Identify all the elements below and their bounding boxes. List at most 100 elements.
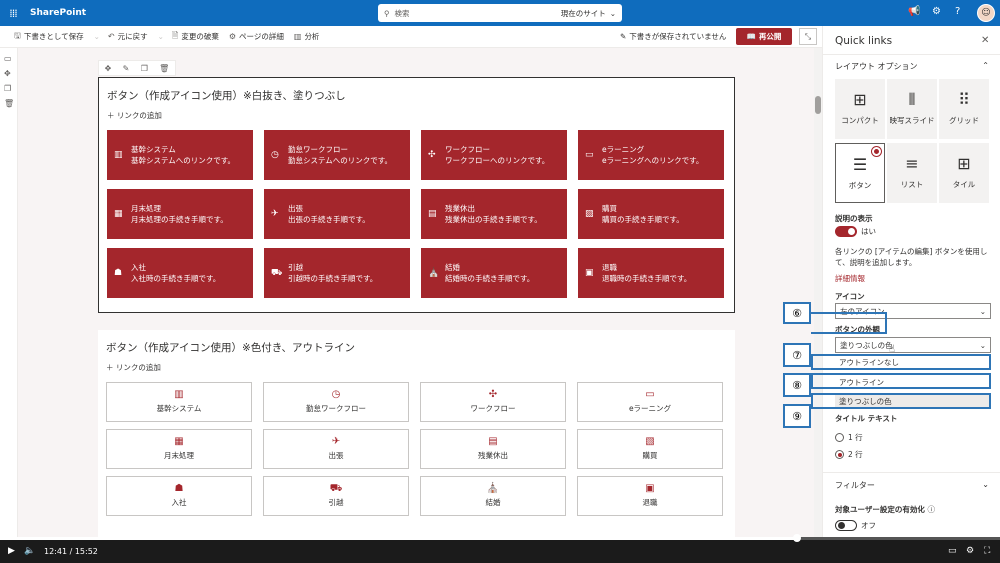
quick-link-tile[interactable]: ▤ 残業休出 残業休出の手続き手順です。 xyxy=(421,189,567,239)
layout-option[interactable]: ⫴ 映写スライド xyxy=(887,79,937,139)
gear-icon[interactable]: ⚙ xyxy=(932,6,941,17)
add-link-button[interactable]: ＋ リンクの追加 xyxy=(107,110,162,121)
video-progress-knob[interactable] xyxy=(793,534,801,542)
search-icon: ⚲ xyxy=(384,8,390,18)
comment-icon[interactable]: ▭ xyxy=(4,54,12,63)
window-icon: ▤ xyxy=(428,209,437,219)
layout-option[interactable]: ⊞ コンパクト xyxy=(835,79,885,139)
quick-link-tile[interactable]: ⛪ 結婚 結婚時の手続き手順です。 xyxy=(421,248,567,298)
waffle-icon[interactable]: ⁞⁞⁞ xyxy=(0,0,26,26)
quick-link-tile[interactable]: ◷ 勤怠ワークフロー 勤怠システムへのリンクです。 xyxy=(264,130,410,180)
quick-link-tile[interactable]: ▭ eラーニング eラーニングへのリンクです。 xyxy=(578,130,724,180)
section-title[interactable]: ボタン（作成アイコン使用）※白抜き、塗りつぶし xyxy=(107,88,346,103)
trash-icon[interactable]: 🗑 xyxy=(159,64,169,73)
help-icon[interactable]: ? xyxy=(955,6,960,17)
tile-title: 勤怠ワークフロー xyxy=(288,145,348,154)
search-scope[interactable]: 現在のサイト ⌄ xyxy=(561,8,616,19)
trash-icon[interactable]: 🗑 xyxy=(4,99,14,108)
monitor-icon: ▭ xyxy=(645,389,655,400)
quick-link-tile[interactable]: ▧ 購買 xyxy=(577,429,723,469)
quick-link-tile[interactable]: ✣ ワークフロー xyxy=(420,382,566,422)
add-link-button[interactable]: ＋ リンクの追加 xyxy=(106,362,161,373)
layout-label: タイル xyxy=(952,180,976,189)
more-info-link[interactable]: 詳細情報 xyxy=(835,273,865,284)
quick-link-tile[interactable]: ▤ 残業休出 xyxy=(420,429,566,469)
gear-icon[interactable]: ⚙ xyxy=(966,546,974,556)
quick-links-outline[interactable]: ボタン（作成アイコン使用）※色付き、アウトライン ＋ リンクの追加 ▥ 基幹システ… xyxy=(98,330,735,540)
quick-link-tile[interactable]: ▣ 退職 xyxy=(577,476,723,516)
collapse-icon[interactable]: ⤡ xyxy=(799,28,817,45)
move-icon[interactable]: ✥ xyxy=(4,69,11,78)
quick-link-tile[interactable]: ⛟ 引越 引越時の手続き手順です。 xyxy=(264,248,410,298)
tile-description: ワークフローへのリンクです。 xyxy=(445,156,550,165)
chevron-down-icon[interactable]: ⌄ xyxy=(158,32,164,41)
tile-title: 基幹システム xyxy=(131,145,176,154)
republish-button[interactable]: 📖 再公開 xyxy=(736,28,792,45)
quick-link-tile[interactable]: ⛟ 引越 xyxy=(263,476,409,516)
fullscreen-icon[interactable]: ⛶ xyxy=(984,546,990,556)
layout-option[interactable]: ☰ ボタン xyxy=(835,143,885,203)
layout-option[interactable]: ≡ リスト xyxy=(887,143,937,203)
layout-options-header[interactable]: レイアウト オプション ⌃ xyxy=(835,61,989,72)
canvas-scrollbar[interactable] xyxy=(814,48,822,538)
audience-toggle[interactable] xyxy=(835,520,857,531)
quick-link-tile[interactable]: ▥ 基幹システム 基幹システムへのリンクです。 xyxy=(107,130,253,180)
quick-link-tile[interactable]: ☗ 入社 xyxy=(106,476,252,516)
app-name[interactable]: SharePoint xyxy=(30,8,86,18)
chart-icon: ▥ xyxy=(293,32,302,41)
analytics-button[interactable]: ▥ 分析 xyxy=(294,31,320,42)
layout-icon: ≡ xyxy=(905,154,919,173)
move-icon[interactable]: ✥ xyxy=(105,64,112,73)
quick-link-tile[interactable]: ⛪ 結婚 xyxy=(420,476,566,516)
quick-link-tile[interactable]: ▦ 月末処理 xyxy=(106,429,252,469)
bag-icon: ▣ xyxy=(585,268,594,278)
quick-link-tile[interactable]: ◷ 勤怠ワークフロー xyxy=(263,382,409,422)
show-desc-toggle[interactable] xyxy=(835,226,857,237)
scrollbar-thumb[interactable] xyxy=(815,96,821,114)
discard-button[interactable]: 🗎 変更の破棄 xyxy=(172,30,219,44)
tile-description: 引越時の手続き手順です。 xyxy=(288,274,378,283)
tile-title: 入社 xyxy=(131,263,146,272)
close-icon[interactable]: ✕ xyxy=(981,35,989,46)
truck-icon: ⛟ xyxy=(271,268,283,278)
person-icon: ☗ xyxy=(114,268,123,278)
quick-links-filled[interactable]: ボタン（作成アイコン使用）※白抜き、塗りつぶし ＋ リンクの追加 ▥ 基幹システム… xyxy=(98,77,735,313)
video-progress[interactable] xyxy=(0,534,1000,542)
quick-link-tile[interactable]: ✣ ワークフロー ワークフローへのリンクです。 xyxy=(421,130,567,180)
quick-link-tile[interactable]: ▣ 退職 退職時の手続き手順です。 xyxy=(578,248,724,298)
captions-icon[interactable]: ▭ xyxy=(948,546,957,556)
quick-link-tile[interactable]: ☗ 入社 入社時の手続き手順です。 xyxy=(107,248,253,298)
page-details-button[interactable]: ⚙ ページの詳細 xyxy=(229,31,284,42)
quick-link-tile[interactable]: ▭ eラーニング xyxy=(577,382,723,422)
quick-link-tile[interactable]: ▦ 月末処理 月末処理の手続き手順です。 xyxy=(107,189,253,239)
radio-1-line[interactable] xyxy=(835,433,844,442)
copy-icon[interactable]: ❐ xyxy=(4,84,11,93)
tile-description: 出張の手続き手順です。 xyxy=(288,215,370,224)
copy-icon[interactable]: ❐ xyxy=(141,64,148,73)
save-icon: 🖫 xyxy=(14,30,21,40)
chevron-down-icon[interactable]: ⌄ xyxy=(94,32,100,41)
save-draft-button[interactable]: 🖫 下書きとして保存 xyxy=(14,30,84,44)
filter-header[interactable]: フィルター ⌄ xyxy=(835,480,989,491)
appearance-dropdown[interactable]: 塗りつぶしの色 ⌄ xyxy=(835,337,991,353)
undo-button[interactable]: ↶ 元に戻す xyxy=(108,31,148,42)
layout-option[interactable]: ⊞ タイル xyxy=(939,143,989,203)
tile-title: 基幹システム xyxy=(156,404,202,413)
volume-icon[interactable]: 🔈 xyxy=(24,546,35,556)
video-progress-fill xyxy=(0,537,797,540)
quick-link-tile[interactable]: ▧ 購買 購買の手続き手順です。 xyxy=(578,189,724,239)
annotation-7-frame xyxy=(811,354,991,370)
layout-option[interactable]: ⠿ グリッド xyxy=(939,79,989,139)
avatar[interactable]: ☺ xyxy=(977,4,995,22)
quick-link-tile[interactable]: ✈ 出張 xyxy=(263,429,409,469)
section-title[interactable]: ボタン（作成アイコン使用）※色付き、アウトライン xyxy=(106,340,355,355)
quick-link-tile[interactable]: ▥ 基幹システム xyxy=(106,382,252,422)
megaphone-icon[interactable]: 📢 xyxy=(908,6,920,17)
tile-description: 退職時の手続き手順です。 xyxy=(602,274,692,283)
quick-link-tile[interactable]: ✈ 出張 出張の手続き手順です。 xyxy=(264,189,410,239)
search-box[interactable]: ⚲ 検索 現在のサイト ⌄ xyxy=(378,4,622,22)
play-icon[interactable]: ▶ xyxy=(8,546,15,556)
pencil-icon[interactable]: ✎ xyxy=(123,64,130,73)
plane-icon: ✈ xyxy=(331,436,341,447)
radio-2-line[interactable] xyxy=(835,450,844,459)
